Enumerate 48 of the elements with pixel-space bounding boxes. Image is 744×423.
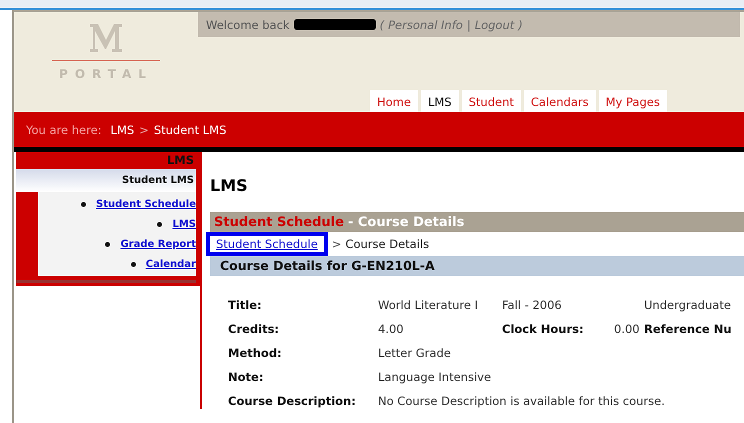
divider-text: | xyxy=(466,18,471,32)
field-value: Fall - 2006 xyxy=(502,297,563,313)
paren-text: ( xyxy=(380,18,384,32)
location-link[interactable]: LMS xyxy=(110,122,134,136)
field-label: Title: xyxy=(228,297,263,313)
sidebar-link[interactable]: Student Schedule xyxy=(96,198,196,210)
separator-text: > xyxy=(139,122,149,136)
section-title: Student Schedule xyxy=(214,214,344,230)
header-link[interactable]: Logout xyxy=(474,18,514,32)
sidebar-link[interactable]: LMS xyxy=(172,218,196,230)
bullet-icon xyxy=(130,262,136,266)
bullet-icon xyxy=(81,202,86,206)
field-value: 0.00 xyxy=(614,321,641,337)
nav-tab[interactable]: Home xyxy=(370,90,418,112)
field-value: World Literature I xyxy=(378,297,479,313)
separator-text: > xyxy=(332,237,342,251)
sidebar-subheading: Student LMS xyxy=(16,169,196,192)
nav-tab[interactable]: Student xyxy=(462,90,521,112)
location-link[interactable]: Student LMS xyxy=(154,122,226,136)
nav-tab[interactable]: LMS xyxy=(420,90,459,112)
logo-mark-icon xyxy=(88,22,124,52)
page-title: LMS xyxy=(210,176,249,197)
details-header: Course Details for G-EN210L-A xyxy=(210,256,744,276)
breadcrumb-current: Course Details xyxy=(345,237,430,251)
nav-tab[interactable]: Calendars xyxy=(524,90,596,112)
field-label: Method: xyxy=(228,345,283,361)
field-value: Letter Grade xyxy=(378,345,452,361)
field-value: No Course Description is available for this course. xyxy=(378,393,666,409)
nav-tab[interactable]: My Pages xyxy=(598,90,667,112)
field-label: Credits: xyxy=(228,321,280,337)
sidebar-link[interactable]: Grade Report xyxy=(120,238,196,250)
welcome-text: Welcome back xyxy=(206,18,290,32)
sidebar-heading: LMS xyxy=(166,152,195,169)
field-label: Course Description: xyxy=(228,393,357,409)
section-subtitle: - Course Details xyxy=(348,214,464,230)
breadcrumb-link[interactable]: Student Schedule xyxy=(206,232,328,256)
field-value: 4.00 xyxy=(378,321,405,337)
paren-text: ) xyxy=(518,18,523,32)
field-label: Note: xyxy=(228,369,264,385)
field-value: Undergraduate xyxy=(644,297,732,313)
bullet-icon xyxy=(157,222,162,226)
field-label: Reference Nu xyxy=(644,321,733,337)
sidebar-link[interactable]: Calendar xyxy=(146,258,196,270)
header-link[interactable]: Personal Info xyxy=(388,18,463,32)
field-label: Clock Hours: xyxy=(502,321,585,337)
bullet-icon xyxy=(105,242,110,246)
location-label: You are here: xyxy=(26,122,102,136)
field-value: Language Intensive xyxy=(378,369,492,385)
